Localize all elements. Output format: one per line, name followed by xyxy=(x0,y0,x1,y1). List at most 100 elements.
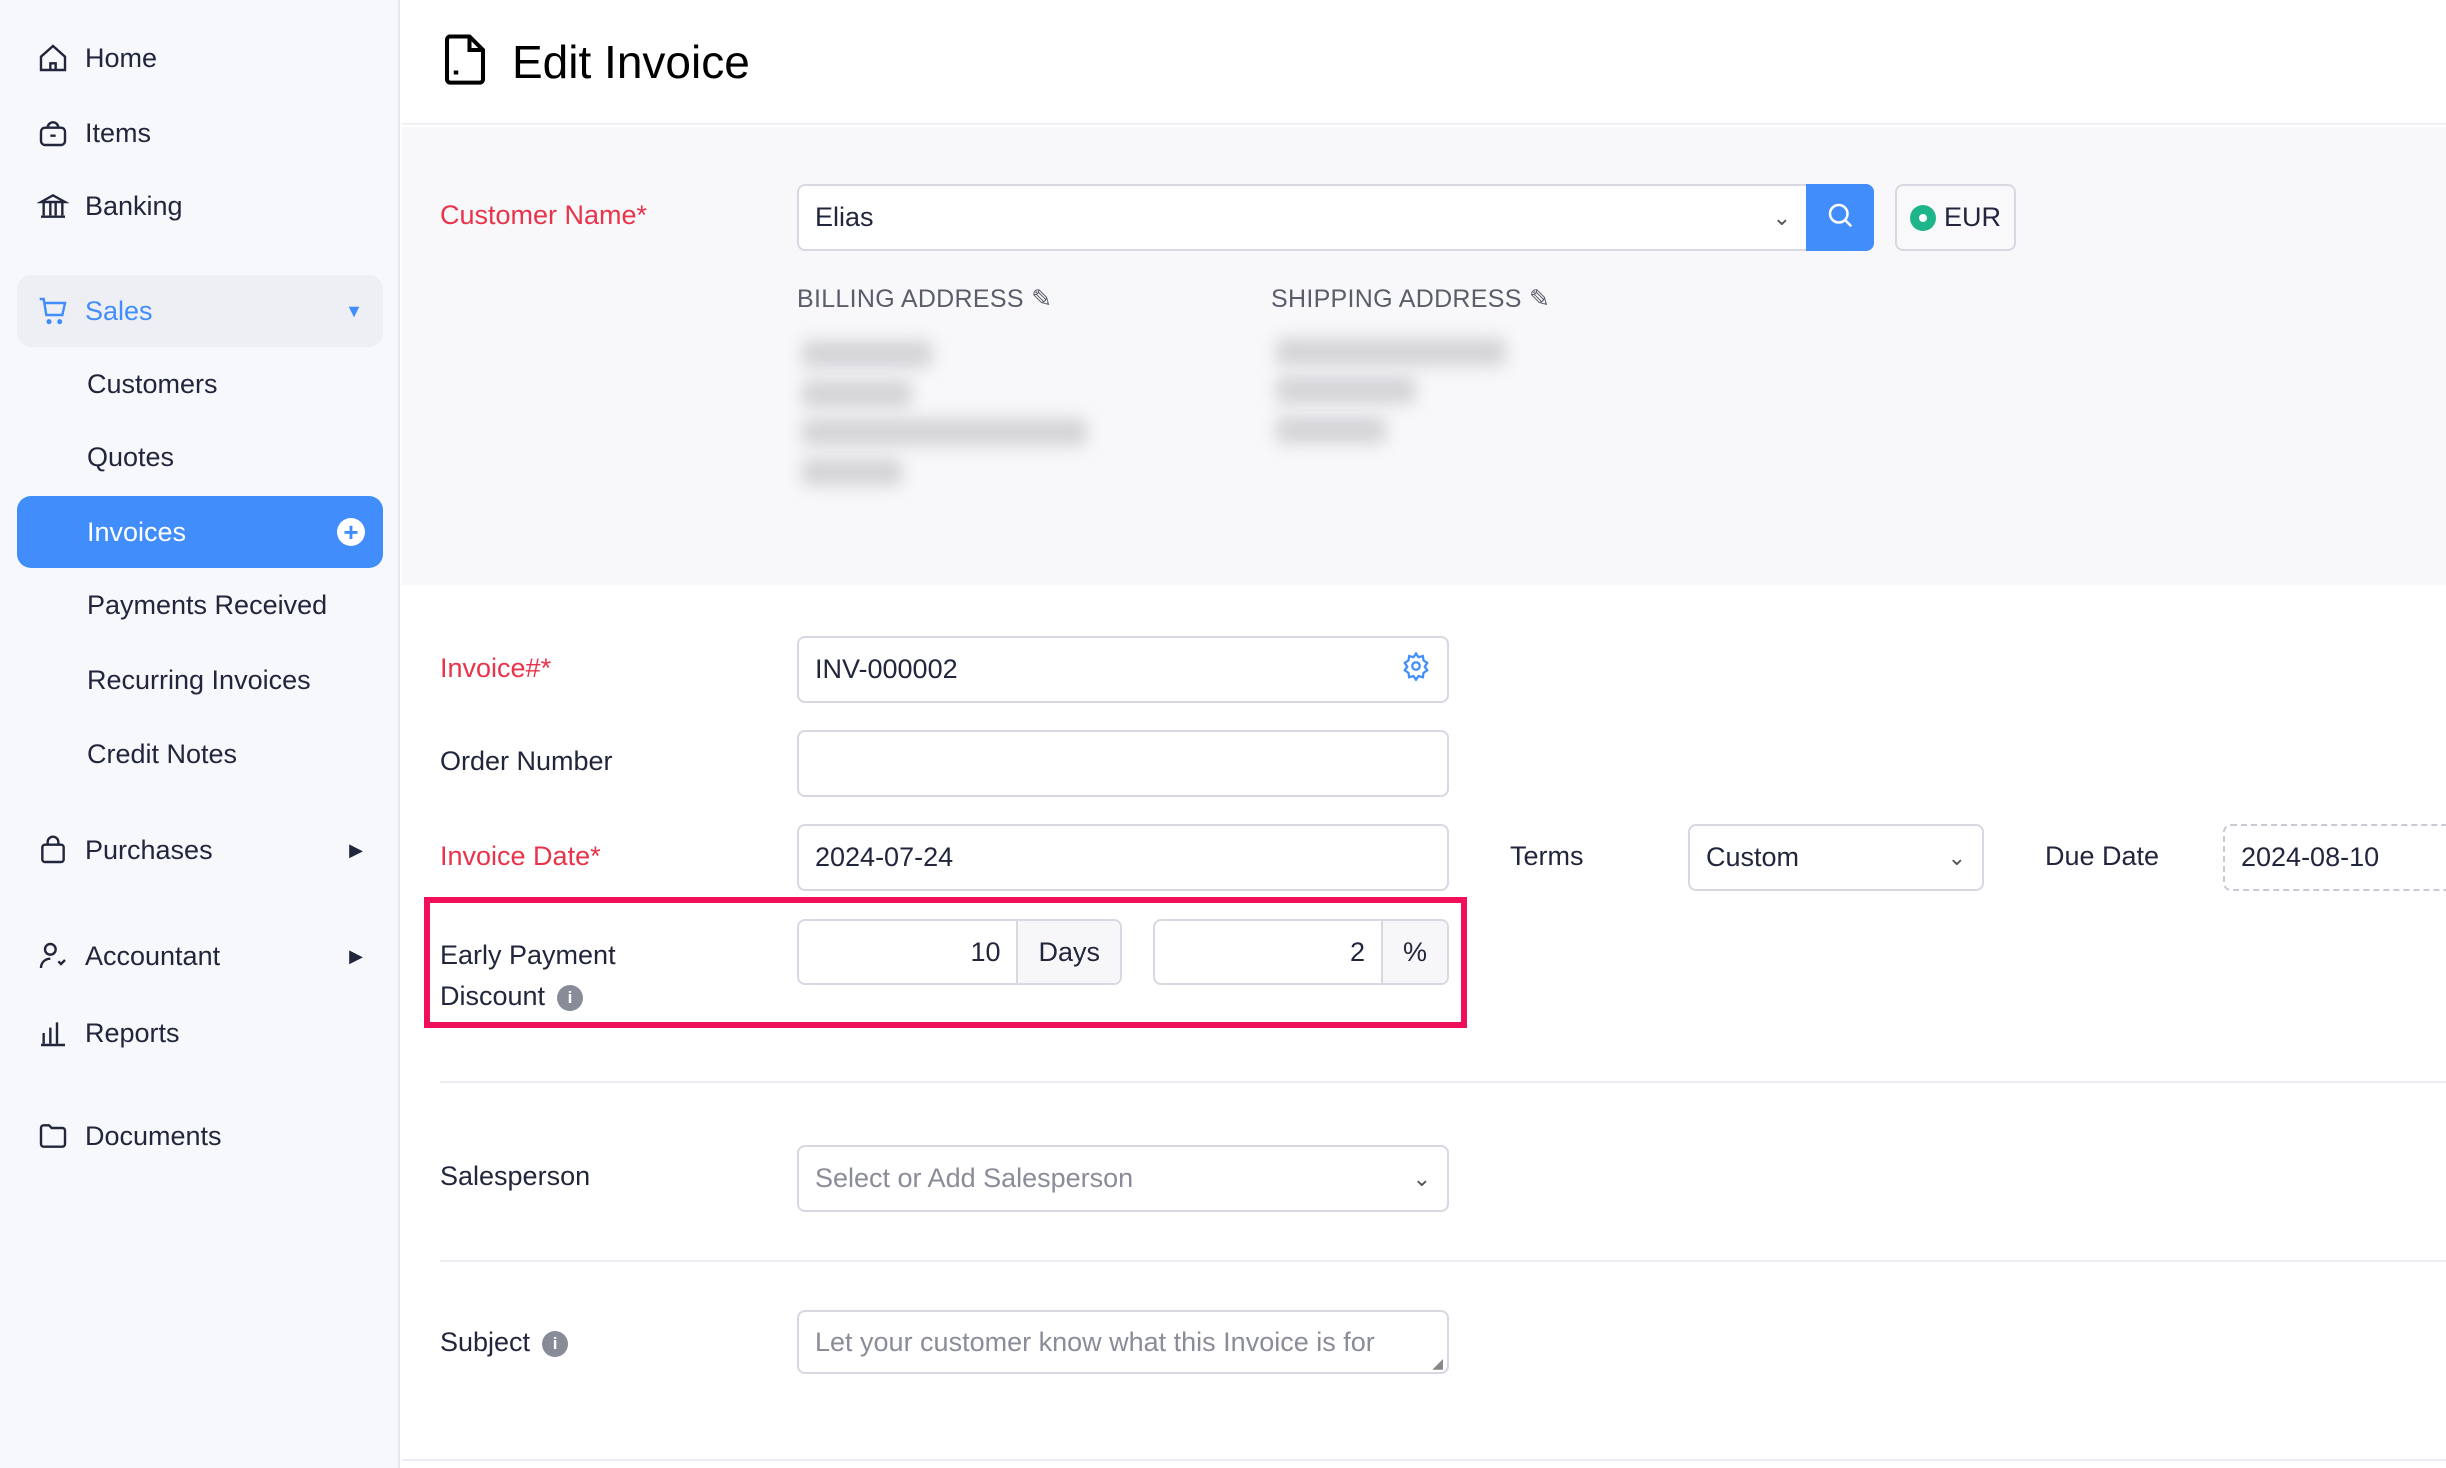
sidebar-item-label: Customers xyxy=(87,368,218,399)
blurred-shipping-address xyxy=(1276,376,1416,404)
caret-right-icon: ▶ xyxy=(349,839,363,860)
divider xyxy=(440,1260,2446,1262)
order-number-input[interactable] xyxy=(797,730,1449,797)
due-date-label: Due Date xyxy=(2045,841,2160,871)
home-icon xyxy=(35,40,71,76)
chevron-down-icon: ⌄ xyxy=(1772,204,1791,230)
billing-address-label: BILLING ADDRESS ✎ xyxy=(797,285,1053,313)
divider xyxy=(440,1081,2446,1083)
sidebar-item-recurring-invoices[interactable]: Recurring Invoices xyxy=(17,650,383,710)
invoice-date-label: Invoice Date* xyxy=(440,841,601,871)
sidebar-item-documents[interactable]: Documents xyxy=(17,1106,383,1166)
caret-down-icon: ▼ xyxy=(345,300,363,321)
caret-right-icon: ▶ xyxy=(349,945,363,966)
bar-chart-icon xyxy=(35,1015,71,1051)
subject-placeholder: Let your customer know what this Invoice… xyxy=(815,1326,1375,1357)
bank-icon xyxy=(35,188,71,224)
customer-name-value: Elias xyxy=(815,202,874,232)
salesperson-placeholder: Select or Add Salesperson xyxy=(815,1163,1134,1193)
sidebar-item-label: Items xyxy=(85,117,152,148)
sidebar-item-home[interactable]: Home xyxy=(17,28,383,88)
salesperson-label: Salesperson xyxy=(440,1161,591,1191)
document-icon xyxy=(442,32,488,91)
sidebar-item-label: Accountant xyxy=(85,940,221,971)
cart-icon xyxy=(35,293,71,329)
terms-value: Custom xyxy=(1706,842,1800,872)
page-title: Edit Invoice xyxy=(512,35,750,88)
divider xyxy=(402,1459,2446,1461)
info-icon[interactable]: i xyxy=(557,984,584,1011)
sidebar-item-banking[interactable]: Banking xyxy=(17,176,383,236)
edit-billing-address-icon[interactable]: ✎ xyxy=(1031,285,1052,313)
sidebar-item-label: Recurring Invoices xyxy=(87,664,311,695)
invoice-date-value: 2024-07-24 xyxy=(815,842,954,872)
blurred-billing-address xyxy=(802,458,902,486)
invoice-number-input[interactable]: INV-000002 xyxy=(797,636,1449,703)
sidebar-item-quotes[interactable]: Quotes xyxy=(17,427,383,487)
search-icon xyxy=(1825,200,1855,235)
terms-select[interactable]: Custom ⌄ xyxy=(1688,824,1984,891)
sidebar-item-label: Credit Notes xyxy=(87,738,238,769)
blurred-billing-address xyxy=(802,340,932,368)
main-content: Edit Invoice Customer Name* Elias ⌄ EUR B… xyxy=(402,0,2446,1468)
shopping-bag-icon xyxy=(35,832,71,868)
shipping-address-label: SHIPPING ADDRESS ✎ xyxy=(1271,285,1551,313)
days-value: 10 xyxy=(970,936,1001,967)
sidebar-item-label: Reports xyxy=(85,1017,180,1048)
sidebar-item-items[interactable]: Items xyxy=(17,103,383,163)
resize-handle-icon[interactable]: ◢ xyxy=(1432,1355,1443,1372)
sidebar-item-label: Payments Received xyxy=(87,589,328,620)
invoice-number-label: Invoice#* xyxy=(440,653,552,683)
percent-unit: % xyxy=(1380,921,1447,983)
sidebar-item-label: Sales xyxy=(85,295,153,326)
subject-textarea[interactable]: Let your customer know what this Invoice… xyxy=(797,1310,1449,1374)
add-invoice-icon[interactable]: + xyxy=(337,517,365,547)
chevron-down-icon: ⌄ xyxy=(1947,844,1966,870)
currency-icon xyxy=(1909,204,1936,231)
sidebar-item-credit-notes[interactable]: Credit Notes xyxy=(17,724,383,784)
sidebar-item-accountant[interactable]: Accountant ▶ xyxy=(17,926,383,986)
early-payment-days-input[interactable]: 10 Days xyxy=(797,919,1122,985)
blurred-shipping-address xyxy=(1276,338,1506,366)
sidebar-item-invoices[interactable]: Invoices + xyxy=(17,496,383,568)
early-payment-discount-label: Early Payment Discount i xyxy=(440,940,616,1011)
sidebar-item-label: Documents xyxy=(85,1120,222,1151)
order-number-label: Order Number xyxy=(440,746,613,776)
sidebar-item-sales[interactable]: Sales ▼ xyxy=(17,275,383,347)
subject-label: Subject i xyxy=(440,1327,569,1358)
salesperson-select[interactable]: Select or Add Salesperson ⌄ xyxy=(797,1145,1449,1212)
sidebar-item-label: Quotes xyxy=(87,441,175,472)
due-date-value: 2024-08-10 xyxy=(2241,842,2380,872)
blurred-shipping-address xyxy=(1276,416,1386,444)
blurred-billing-address xyxy=(802,380,912,408)
sidebar-item-label: Home xyxy=(85,42,158,73)
blurred-billing-address xyxy=(802,418,1087,446)
due-date-input[interactable]: 2024-08-10 xyxy=(2223,824,2446,891)
sidebar-item-label: Purchases xyxy=(85,834,213,865)
sidebar-item-label: Invoices xyxy=(87,516,187,547)
sidebar-item-label: Banking xyxy=(85,190,183,221)
customer-name-label: Customer Name* xyxy=(440,200,648,230)
customer-search-button[interactable] xyxy=(1806,184,1874,251)
sidebar-item-purchases[interactable]: Purchases ▶ xyxy=(17,820,383,880)
early-payment-percent-input[interactable]: 2% xyxy=(1153,919,1449,985)
info-icon[interactable]: i xyxy=(542,1330,569,1357)
gear-icon[interactable] xyxy=(1401,651,1431,688)
chevron-down-icon: ⌄ xyxy=(1412,1165,1431,1191)
sidebar-item-customers[interactable]: Customers xyxy=(17,354,383,414)
page-header: Edit Invoice xyxy=(402,0,2446,125)
days-unit: Days xyxy=(1016,921,1120,983)
folder-icon xyxy=(35,1118,71,1154)
percent-value: 2 xyxy=(1349,936,1365,967)
edit-shipping-address-icon[interactable]: ✎ xyxy=(1529,285,1550,313)
sidebar-item-payments-received[interactable]: Payments Received xyxy=(17,575,383,635)
bag-icon xyxy=(35,115,71,151)
currency-value: EUR xyxy=(1943,202,2001,232)
sidebar-item-reports[interactable]: Reports xyxy=(17,1003,383,1063)
sidebar: Home Items Banking Sales ▼ Customers Quot… xyxy=(0,0,400,1468)
currency-button[interactable]: EUR xyxy=(1895,184,2016,251)
accountant-icon xyxy=(35,938,71,974)
invoice-number-value: INV-000002 xyxy=(815,654,958,684)
customer-name-select[interactable]: Elias ⌄ xyxy=(797,184,1809,251)
invoice-date-input[interactable]: 2024-07-24 xyxy=(797,824,1449,891)
